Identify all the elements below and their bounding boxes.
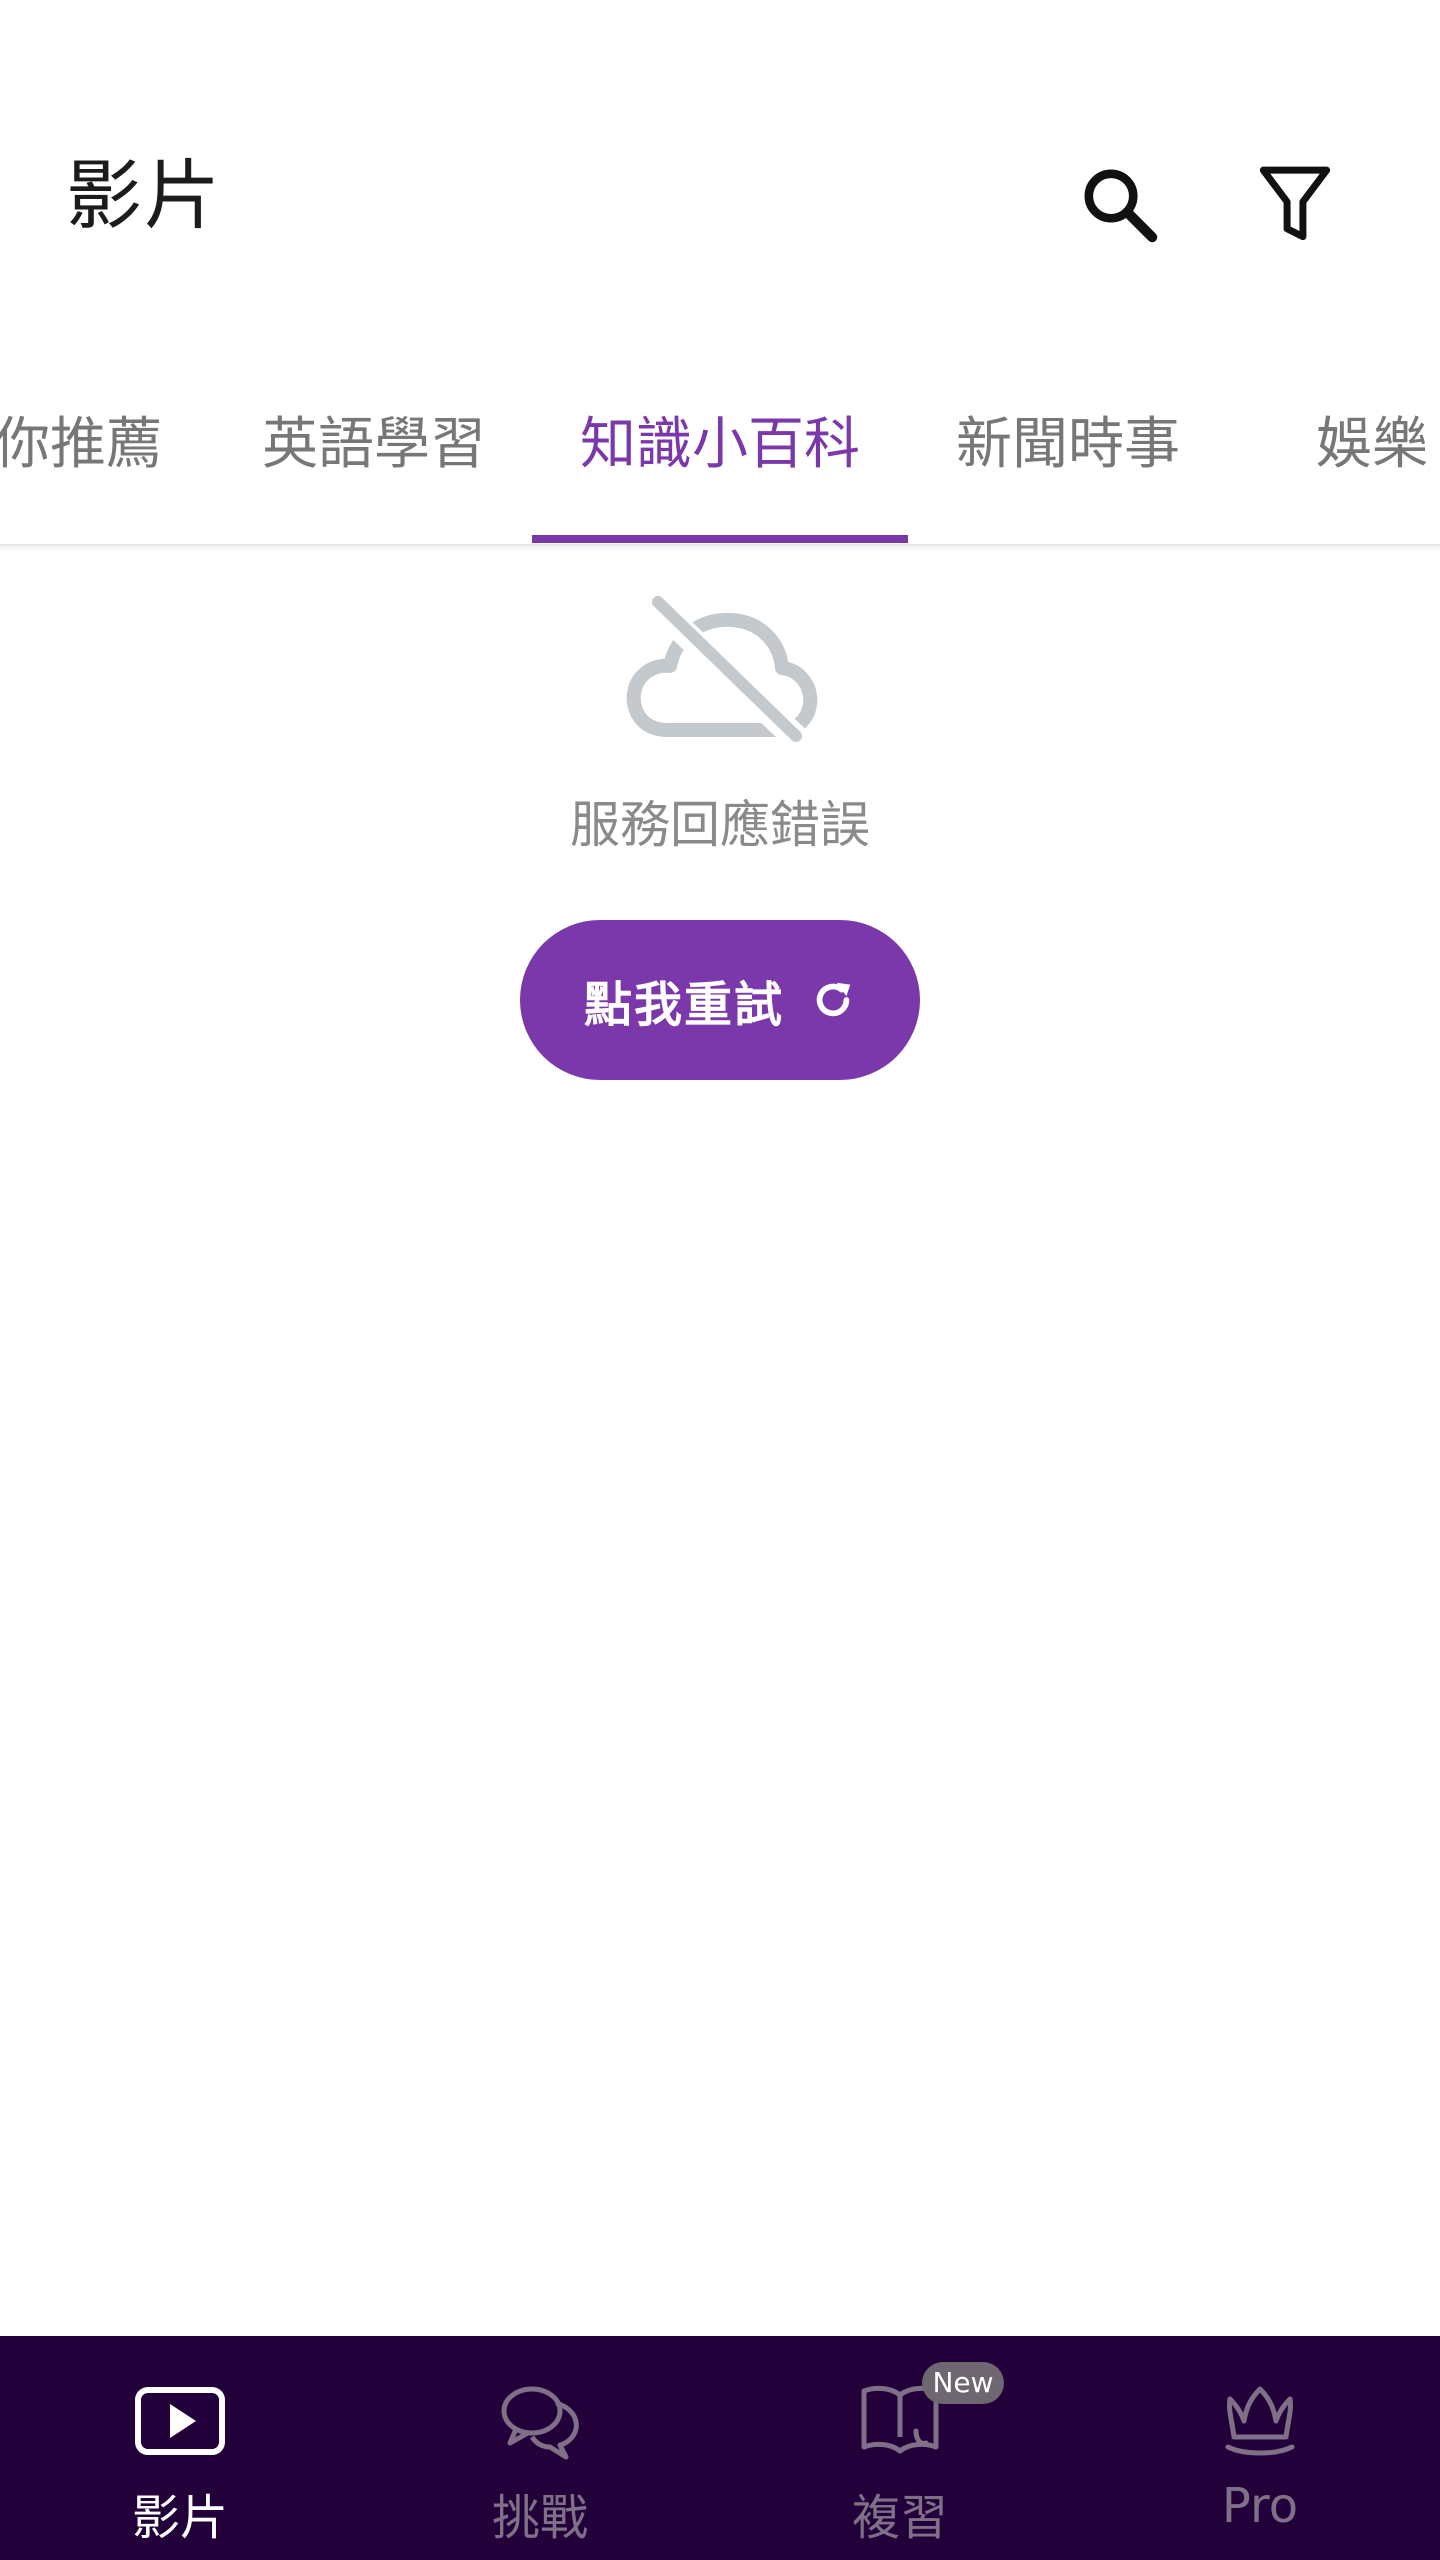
app-header: 影片 (0, 0, 1440, 330)
retry-label: 點我重試 (583, 977, 784, 1033)
category-tabs: 你推薦 英語學習 知識小百科 新聞時事 娛樂 (0, 360, 1440, 546)
tab-entertainment[interactable]: 娛樂 (1316, 390, 1428, 500)
tab-knowledge[interactable]: 知識小百科 (580, 390, 860, 500)
search-button[interactable] (1070, 155, 1170, 255)
active-tab-indicator (532, 535, 908, 543)
chat-bubbles-icon (501, 2386, 579, 2460)
bottom-navigation: 影片 挑戰 複習 Pro (0, 2336, 1440, 2560)
videos-screen: 影片 你推薦 英語學習 知識小百科 新聞時事 娛樂 服務回應錯誤 點我重試 影片… (0, 0, 1440, 2560)
tab-news[interactable]: 新聞時事 (956, 390, 1180, 500)
page-title: 影片 (66, 151, 222, 240)
nav-item-videos[interactable]: 影片 (0, 2336, 360, 2560)
play-video-icon (135, 2387, 225, 2455)
search-icon (1084, 169, 1158, 243)
nav-label-review: 複習 (851, 2490, 948, 2546)
filter-icon (1259, 166, 1331, 241)
cloud-off-icon (626, 594, 818, 748)
nav-item-challenge[interactable]: 挑戰 (360, 2336, 720, 2560)
retry-button[interactable]: 點我重試 (520, 920, 920, 1080)
error-message: 服務回應錯誤 (570, 796, 870, 854)
tab-english-learning[interactable]: 英語學習 (262, 390, 486, 500)
nav-item-review[interactable]: 複習 (720, 2336, 1080, 2560)
nav-item-pro[interactable]: Pro (1080, 2336, 1440, 2560)
filter-button[interactable] (1245, 155, 1345, 255)
refresh-icon (816, 982, 851, 1017)
tab-recommended[interactable]: 你推薦 (0, 390, 162, 500)
nav-label-videos: 影片 (131, 2490, 228, 2546)
new-badge: New (922, 2362, 1004, 2404)
nav-label-pro: Pro (1221, 2478, 1299, 2534)
crown-icon (1225, 2386, 1295, 2456)
nav-label-challenge: 挑戰 (491, 2490, 588, 2546)
